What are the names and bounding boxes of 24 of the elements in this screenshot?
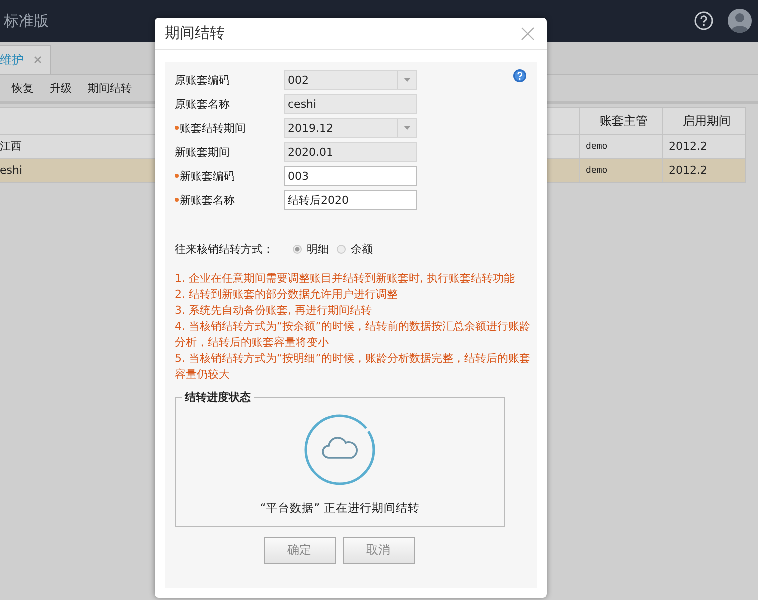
option-label: 往来核销结转方式： [175,242,275,257]
field-label: 新账套编码 [175,168,235,184]
note-text: 5. 当核销结转方式为“按明细”的时候，账龄分析数据完整，结转后的账套容量仍较大 [175,351,532,383]
table-cell: demo [586,142,608,152]
table-cell: 2012.2 [669,140,708,153]
panel-legend: 结转进度状态 [182,390,254,405]
note-text: 1. 企业在任意期间需要调整账目并结转到新账套时, 执行账套结转功能 [175,271,516,287]
note-text: 4. 当核销结转方式为“按余额”的时候，结转前的数据按汇总余额进行账龄分析，结转后的账套容量将变小 [175,319,532,351]
field-label: 原账套名称 [175,96,230,112]
table-cell: demo [586,166,608,176]
note-text: 2. 结转到新账套的部分数据允许用户进行调整 [175,287,399,303]
field-label: 账套结转期间 [175,120,246,136]
table-cell: eshi [0,164,23,177]
field-label: 原账套编码 [175,72,230,88]
table-cell: 江西 [0,139,22,154]
note-text: 3. 系统先自动备份账套, 再进行期间结转 [175,303,373,319]
progress-message: “平台数据” 正在进行期间结转 [260,501,420,516]
dialog-title: 期间结转 [165,24,225,43]
field-label: 新账套期间 [175,144,230,160]
field-label: 新账套名称 [175,192,235,208]
app-title: 标准版 [4,12,49,30]
column-header: 账套主管 [579,108,662,134]
column-header: 启用期间 [662,108,745,134]
table-cell: 2012.2 [669,164,708,177]
